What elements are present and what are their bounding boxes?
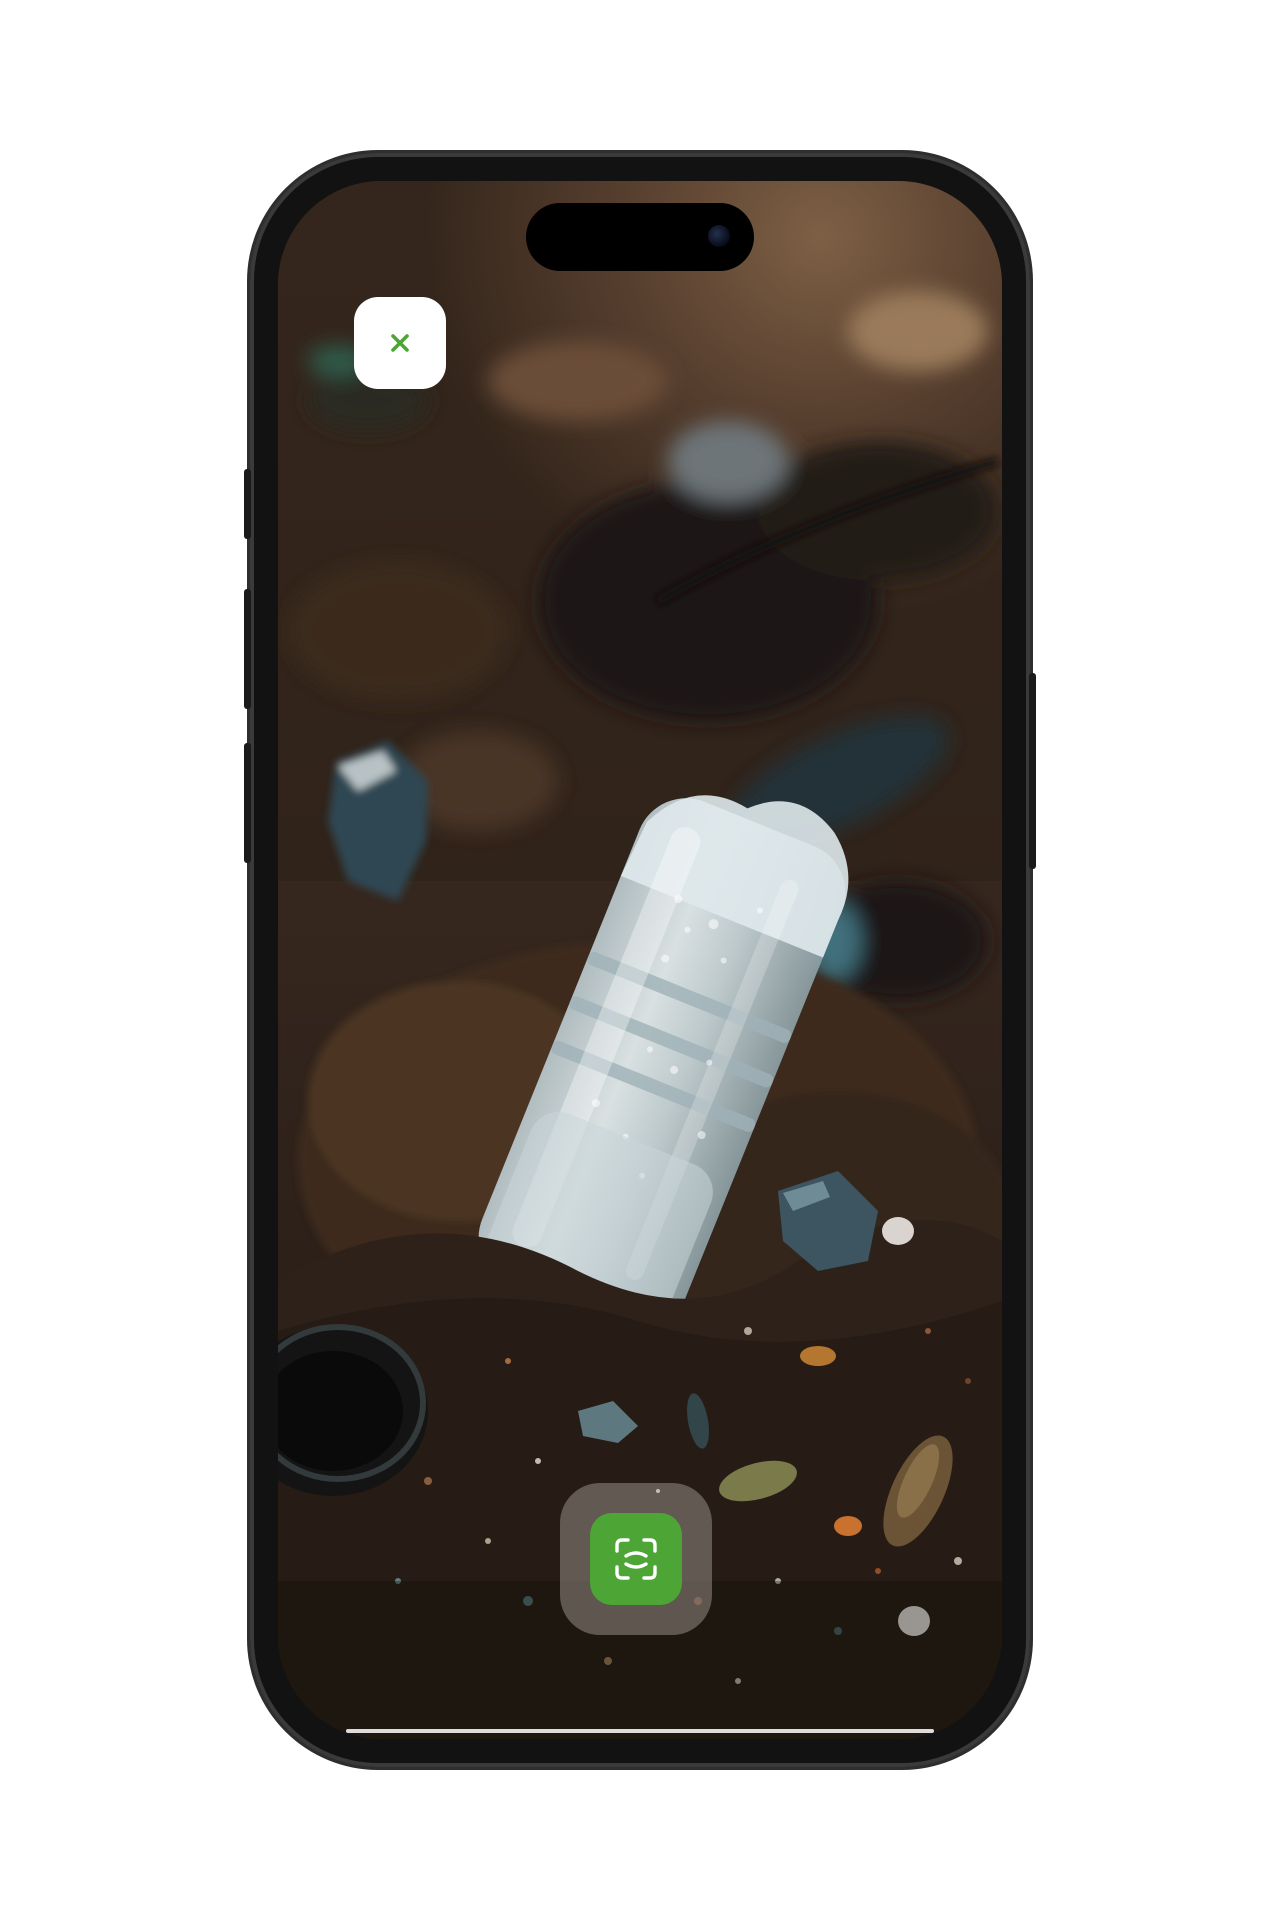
page xyxy=(0,0,1280,1920)
phone-mockup xyxy=(244,153,1036,1767)
front-camera-lens xyxy=(708,225,730,247)
volume-up-side-button xyxy=(244,589,251,709)
phone-screen xyxy=(278,181,1002,1739)
dynamic-island xyxy=(526,203,754,271)
home-indicator xyxy=(346,1729,934,1733)
close-button[interactable] xyxy=(354,297,446,389)
scan-button[interactable] xyxy=(590,1513,682,1605)
volume-down-side-button xyxy=(244,743,251,863)
close-icon xyxy=(391,334,409,352)
power-side-button xyxy=(1029,673,1036,869)
action-side-button xyxy=(244,469,251,539)
scan-icon xyxy=(615,1538,657,1580)
